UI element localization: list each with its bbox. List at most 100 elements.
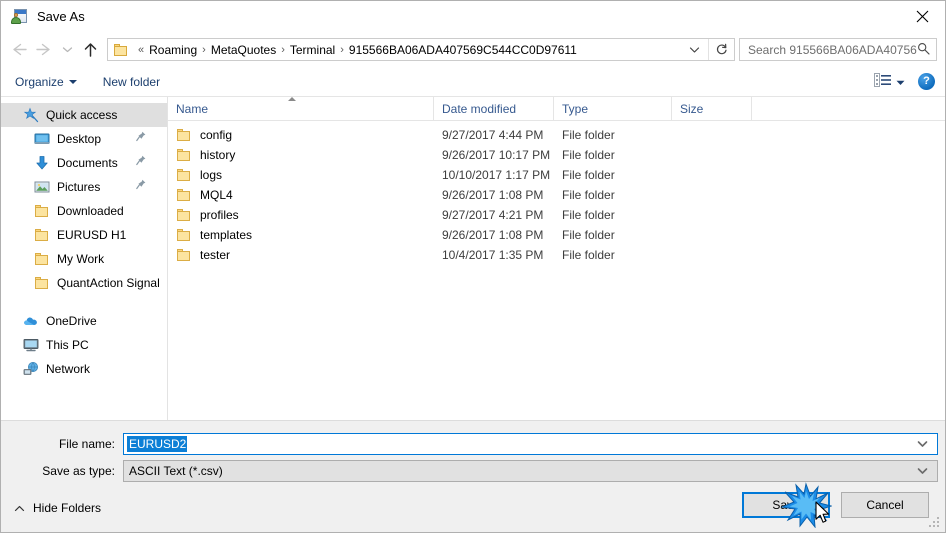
save-as-dialog: Save As « Roaming › MetaQuotes › Termina [0,0,946,533]
column-header-name[interactable]: Name [168,96,434,121]
back-arrow-icon[interactable] [5,36,31,64]
address-bar-chevron-down-icon[interactable] [689,43,700,57]
file-name-chevron-down-icon[interactable] [917,437,928,451]
view-caret-down-icon [896,75,905,89]
folder-icon [176,167,192,183]
sidebar-item-label: This PC [46,338,89,352]
breadcrumb-item-metaquotes[interactable]: MetaQuotes [211,43,276,57]
table-row[interactable]: tester 10/4/2017 1:35 PM File folder [168,245,945,265]
recent-locations-chevron-down-icon[interactable] [57,36,77,64]
column-header-label: Type [562,101,589,116]
navigation-pane: Quick access Desktop Documents Pictures … [1,97,168,420]
sidebar-item-label: Documents [57,156,118,170]
folder-icon [34,203,50,219]
close-icon[interactable] [899,1,945,32]
sidebar-item-quick-access[interactable]: Quick access [1,103,167,127]
file-name: logs [200,168,223,182]
column-header-type[interactable]: Type [554,96,672,121]
save-as-type-chevron-down-icon[interactable] [917,464,928,478]
folder-icon [34,275,50,291]
save-button[interactable]: Save [742,492,830,518]
table-row[interactable]: config 9/27/2017 4:44 PM File folder [168,125,945,145]
new-folder-label: New folder [102,74,161,89]
view-layout-button[interactable] [874,73,905,90]
documents-icon [34,155,50,171]
file-type: File folder [562,148,615,162]
folder-icon [34,227,50,243]
folder-icon [176,227,192,243]
file-date-modified: 9/26/2017 1:08 PM [442,188,544,202]
breadcrumb-item-terminal[interactable]: Terminal [290,43,335,57]
table-row[interactable]: profiles 9/27/2017 4:21 PM File folder [168,205,945,225]
breadcrumb-item-instance-id[interactable]: 915566BA06ADA407569C544CC0D97611 [349,43,577,57]
table-row[interactable]: MQL4 9/26/2017 1:08 PM File folder [168,185,945,205]
sidebar-item-pictures[interactable]: Pictures [1,175,167,199]
file-type: File folder [562,208,615,222]
file-name-value: EURUSD2 [127,436,188,452]
file-type: File folder [562,128,615,142]
navigation-bar: « Roaming › MetaQuotes › Terminal › 9155… [1,32,945,67]
caret-down-icon [68,79,77,84]
breadcrumb-item-roaming[interactable]: Roaming [149,43,197,57]
folder-icon [176,127,192,143]
file-date-modified: 9/27/2017 4:21 PM [442,208,544,222]
file-type: File folder [562,168,615,182]
pictures-icon [34,179,50,195]
view-layout-icon [874,73,892,90]
save-as-type-select[interactable]: ASCII Text (*.csv) [123,460,938,482]
sidebar-item-this-pc[interactable]: This PC [1,333,167,357]
sidebar-item-onedrive[interactable]: OneDrive [1,309,167,333]
pin-icon[interactable] [136,155,146,167]
hide-folders-button[interactable]: Hide Folders [14,501,101,515]
sidebar-item-my-work[interactable]: My Work [1,247,167,271]
folder-icon [176,147,192,163]
sidebar-item-downloaded[interactable]: Downloaded [1,199,167,223]
organize-button[interactable]: Organize [15,75,77,89]
file-name: tester [200,248,231,262]
column-header-size[interactable]: Size [672,96,752,121]
help-icon[interactable]: ? [918,73,935,90]
desktop-icon [34,131,50,147]
breadcrumb-leading-separator: « [138,43,145,56]
column-header-date-modified[interactable]: Date modified [434,96,554,121]
sidebar-item-eurusd-h1[interactable]: EURUSD H1 [1,223,167,247]
new-folder-button[interactable]: New folder [103,75,160,89]
file-name: profiles [200,208,239,222]
file-name-label: File name: [58,437,115,451]
search-input[interactable]: Search 915566BA06ADA40756... [739,38,937,61]
folder-icon [176,187,192,203]
search-icon [917,42,930,58]
sidebar-item-label: OneDrive [46,314,97,328]
file-date-modified: 9/27/2017 4:44 PM [442,128,544,142]
dialog-body: Quick access Desktop Documents Pictures … [1,96,945,420]
save-as-type-row: Save as type: ASCII Text (*.csv) [1,460,945,482]
table-row[interactable]: templates 9/26/2017 1:08 PM File folder [168,225,945,245]
table-row[interactable]: logs 10/10/2017 1:17 PM File folder [168,165,945,185]
sidebar-item-desktop[interactable]: Desktop [1,127,167,151]
organize-label: Organize [15,74,64,89]
cancel-button[interactable]: Cancel [841,492,929,518]
help-label: ? [923,75,930,87]
sidebar-item-documents[interactable]: Documents [1,151,167,175]
sidebar-item-network[interactable]: Network [1,357,167,381]
resize-grip-icon[interactable] [929,517,941,529]
pin-icon[interactable] [136,179,146,191]
sidebar-item-label: EURUSD H1 [57,228,127,242]
up-arrow-icon[interactable] [77,36,103,64]
breadcrumb-separator: › [202,43,206,56]
window-title: Save As [37,9,85,24]
sidebar-item-quantaction-signal[interactable]: QuantAction Signal [1,271,167,295]
file-name: history [200,148,236,162]
save-label: Save [772,498,800,512]
folder-icon [114,43,128,56]
address-bar[interactable]: « Roaming › MetaQuotes › Terminal › 9155… [107,38,735,61]
pin-icon[interactable] [136,131,146,143]
file-name-input[interactable]: EURUSD2 [123,433,938,455]
refresh-icon[interactable] [709,38,734,61]
save-as-type-value: ASCII Text (*.csv) [129,464,223,478]
table-row[interactable]: history 9/26/2017 10:17 PM File folder [168,145,945,165]
file-type: File folder [562,188,615,202]
forward-arrow-icon[interactable] [31,36,57,64]
file-name-row: File name: EURUSD2 [1,433,945,455]
sidebar-item-label: Quick access [46,108,118,122]
